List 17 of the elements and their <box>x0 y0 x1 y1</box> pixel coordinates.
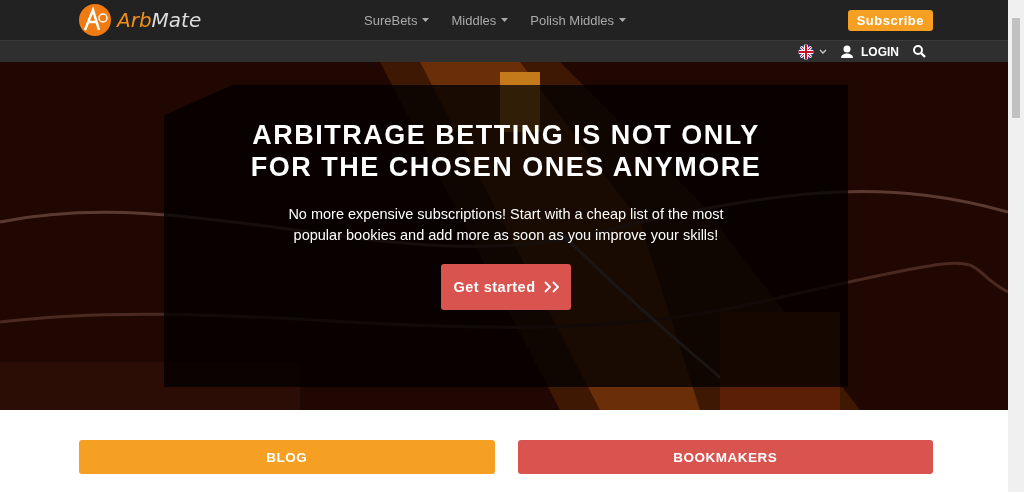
flag-icon <box>798 43 814 60</box>
brand-name[interactable]: ArbMate <box>117 8 202 32</box>
double-chevron-icon <box>543 281 559 293</box>
hero-description: No more expensive subscriptions! Start with a cheap list of the most popular bookies and add more as soon as you improve your skills! <box>287 205 725 245</box>
search-icon <box>913 45 926 58</box>
menu-item[interactable]: Polish Middles <box>530 12 627 28</box>
scrollbar[interactable] <box>1008 0 1024 492</box>
search-button[interactable] <box>913 45 926 58</box>
login-link[interactable]: LOGIN <box>841 44 899 59</box>
user-icon <box>841 45 853 58</box>
hero-heading: ARBITRAGE BETTING IS NOT ONLY FOR THE CHOSEN ONES ANYMORE <box>250 119 762 183</box>
get-started-button[interactable]: Get started <box>441 264 571 310</box>
menu-item[interactable]: SureBets <box>364 12 430 28</box>
logo-icon <box>79 4 111 36</box>
chevron-icon <box>819 49 827 54</box>
section-button[interactable]: BOOKMAKERS <box>517 440 933 474</box>
menu-item[interactable]: Middles <box>451 12 509 28</box>
